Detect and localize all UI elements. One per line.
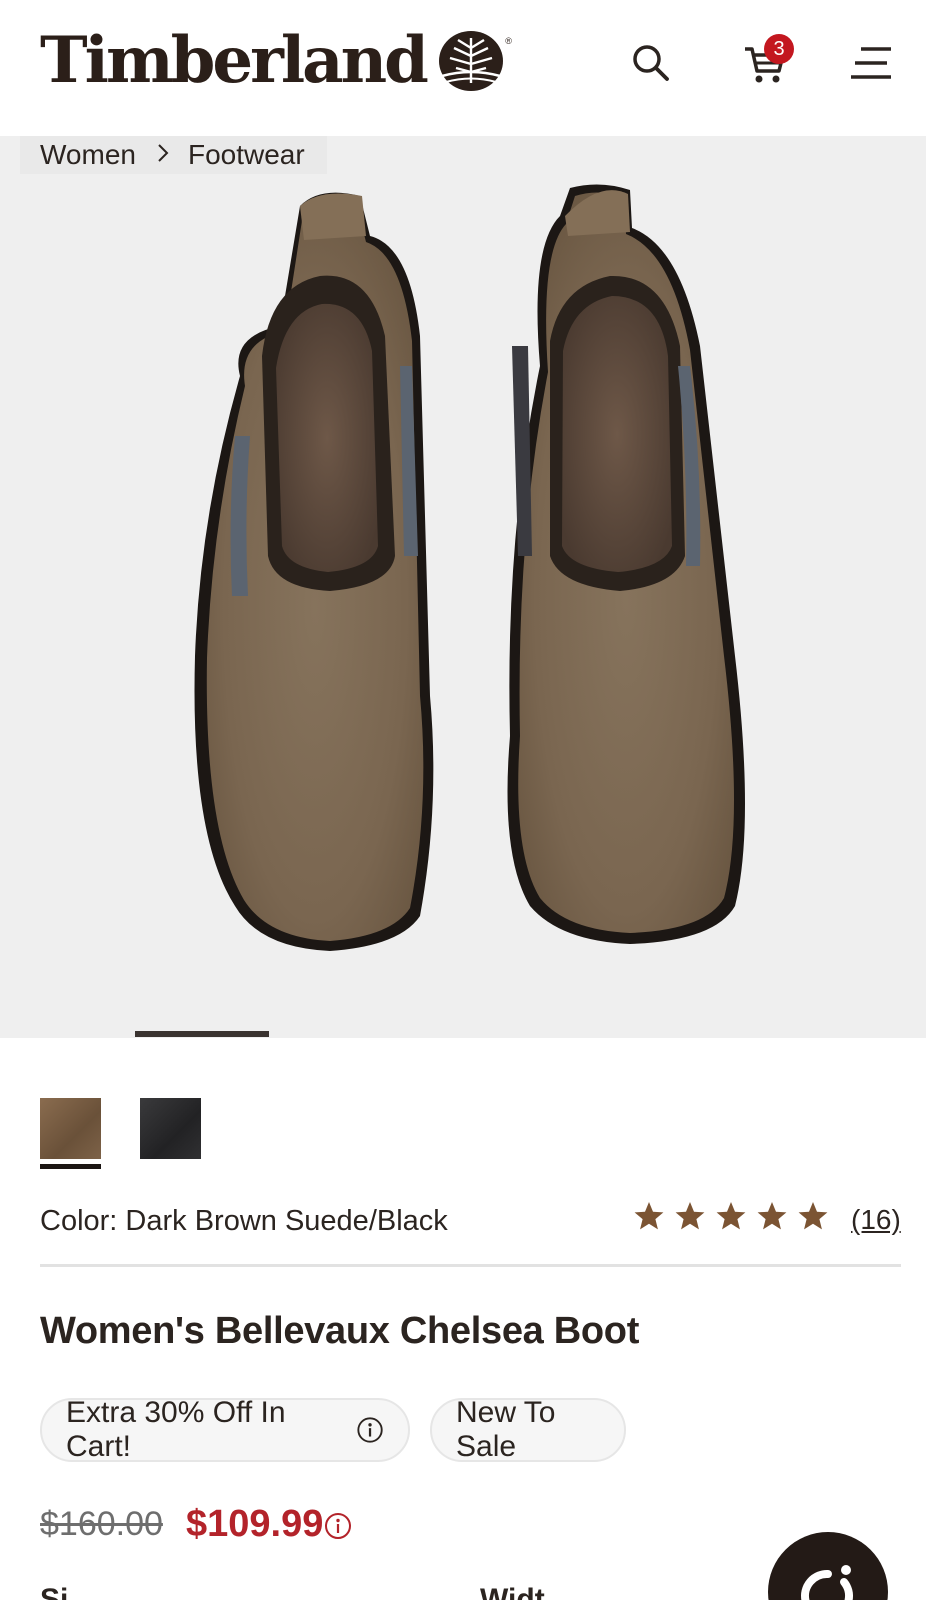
promo-badge-label: Extra 30% Off In Cart!	[66, 1396, 286, 1463]
search-button[interactable]	[626, 38, 676, 88]
rating-stars[interactable]	[633, 1200, 829, 1232]
sale-price: $109.99	[186, 1503, 324, 1545]
divider	[40, 1264, 901, 1267]
swatch-black[interactable]	[140, 1098, 201, 1159]
site-header: Timberland ® 3	[0, 0, 926, 136]
width-label: Widt	[480, 1583, 545, 1600]
right-boot	[507, 184, 745, 944]
star-icon	[757, 1202, 787, 1230]
star-icon	[634, 1202, 664, 1230]
cart-count-badge: 3	[764, 34, 794, 64]
hamburger-menu-icon	[851, 47, 891, 79]
star-icon	[798, 1202, 828, 1230]
cart-button[interactable]: 3	[736, 34, 794, 88]
color-label: Color: Dark Brown Suede/Black	[40, 1205, 448, 1237]
original-price: $160.00	[40, 1505, 163, 1543]
carousel-progress-indicator	[135, 1031, 269, 1037]
menu-button[interactable]	[846, 38, 896, 88]
product-title: Women's Bellevaux Chelsea Boot	[40, 1310, 640, 1352]
new-to-sale-label: New To Sale	[456, 1396, 556, 1463]
tree-logo-icon	[438, 31, 503, 91]
boots-product-image	[194, 184, 745, 952]
chat-button[interactable]	[768, 1532, 888, 1600]
logo-wordmark: Timberland	[40, 23, 429, 98]
new-to-sale-badge: New To Sale	[430, 1396, 626, 1463]
selected-swatch-indicator	[40, 1164, 101, 1169]
chat-icon	[801, 1565, 853, 1600]
search-icon	[633, 45, 669, 81]
star-icon	[675, 1202, 705, 1230]
size-label: Si	[40, 1583, 69, 1600]
star-icon	[716, 1202, 746, 1230]
registered-mark: ®	[505, 36, 512, 46]
timberland-logo[interactable]: Timberland ®	[40, 23, 512, 98]
info-icon[interactable]	[356, 1415, 384, 1445]
product-image-carousel[interactable]: Women Footwear	[0, 136, 926, 1038]
promo-badge-extra-off[interactable]: Extra 30% Off In Cart!	[40, 1396, 410, 1463]
swatch-dark-brown-suede[interactable]	[40, 1098, 101, 1159]
price-info-icon[interactable]	[324, 1512, 352, 1540]
left-boot	[194, 192, 434, 952]
review-count-link[interactable]: (16)	[851, 1204, 901, 1236]
